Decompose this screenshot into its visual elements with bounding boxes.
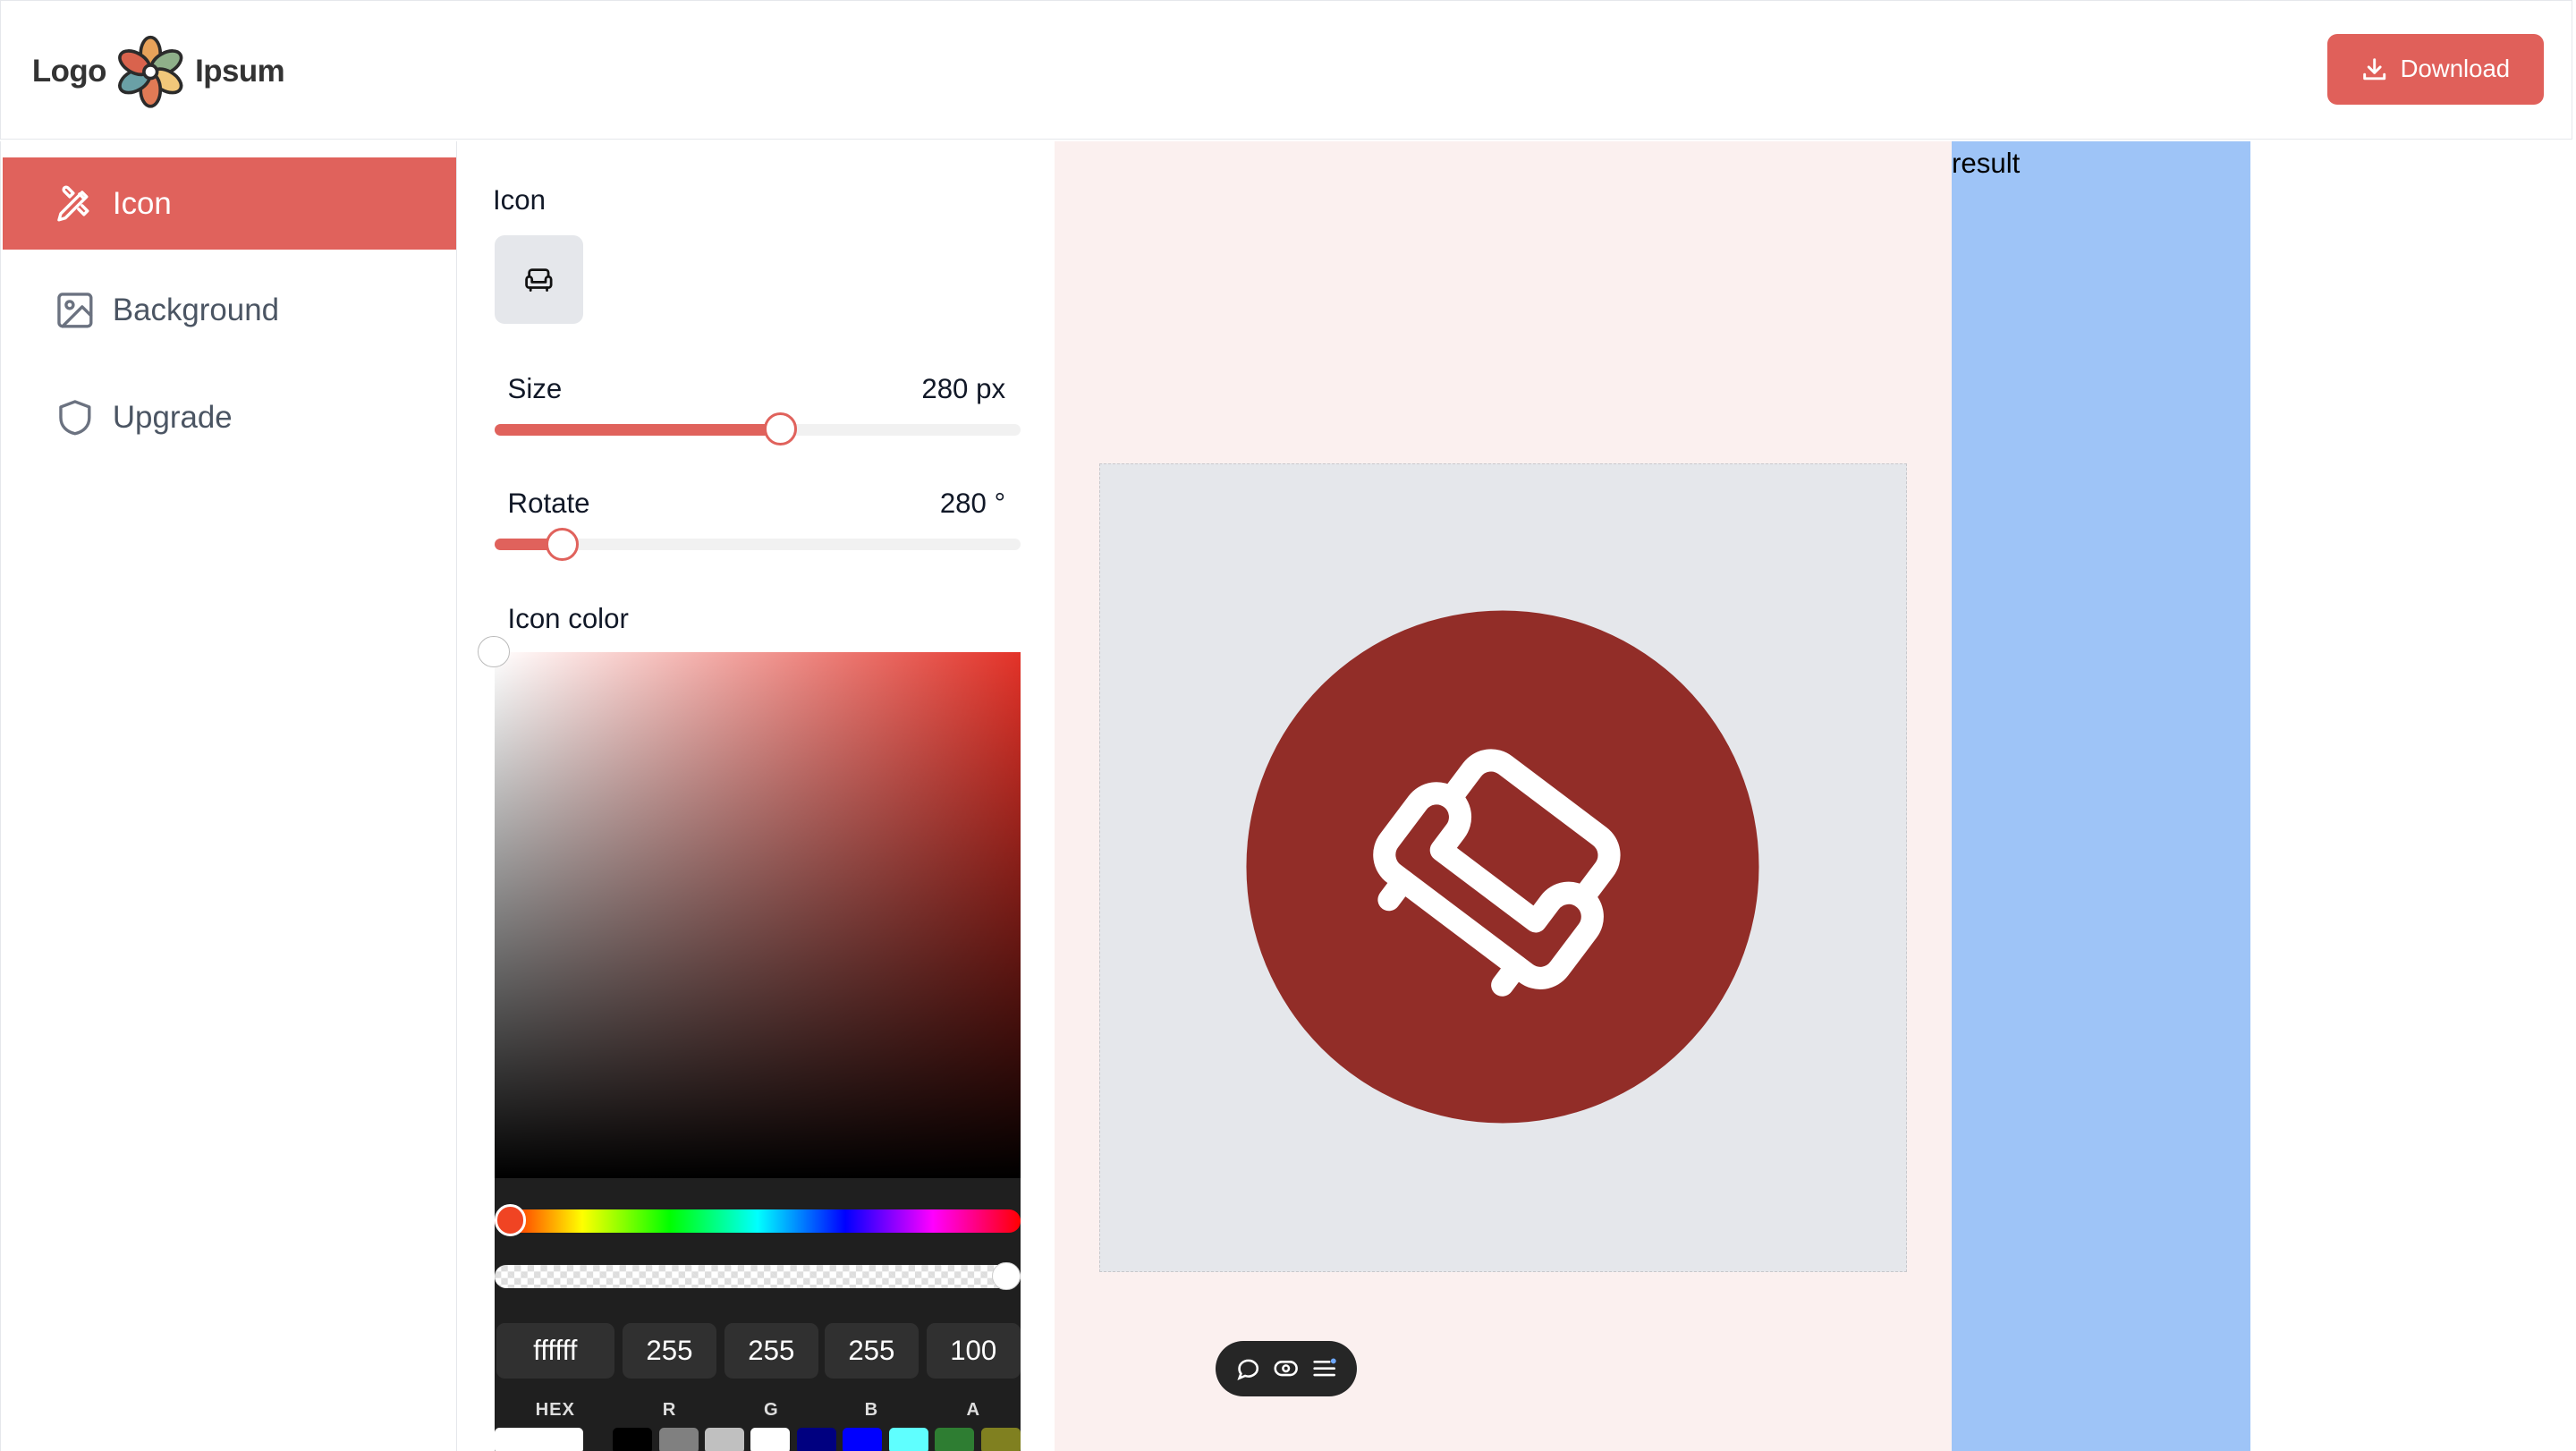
color-swatch[interactable] bbox=[658, 1428, 699, 1451]
sofa-icon-preview bbox=[1246, 610, 1759, 1124]
alpha-label: A bbox=[966, 1399, 980, 1420]
result-panel: result bbox=[1951, 140, 2251, 1451]
color-swatch[interactable] bbox=[843, 1428, 883, 1451]
color-picker: ffffff 255 255 255 100 HEX R G B A bbox=[478, 635, 1021, 1451]
list-icon[interactable] bbox=[1311, 1355, 1337, 1381]
eye-icon[interactable] bbox=[1273, 1355, 1299, 1381]
sidebar-item-icon[interactable]: Icon bbox=[2, 157, 456, 250]
brand-logo[interactable]: Logo Ipsum bbox=[31, 34, 285, 109]
icon-selector-button[interactable] bbox=[494, 234, 584, 324]
sidebar-item-label: Upgrade bbox=[112, 399, 233, 435]
image-icon bbox=[57, 293, 93, 328]
color-swatch[interactable] bbox=[613, 1428, 653, 1451]
color-swatch[interactable] bbox=[750, 1428, 791, 1451]
saturation-handle[interactable] bbox=[478, 635, 510, 667]
size-slider-fill bbox=[494, 423, 782, 436]
app-header: Logo Ipsum Download bbox=[0, 0, 2573, 140]
alpha-handle[interactable] bbox=[992, 1261, 1021, 1290]
rotate-value: 280 ° bbox=[939, 488, 1006, 520]
sidebar-item-upgrade[interactable]: Upgrade bbox=[3, 371, 456, 463]
blue-input[interactable]: 255 bbox=[825, 1322, 919, 1379]
rotate-slider-handle[interactable] bbox=[545, 527, 580, 561]
hue-slider[interactable] bbox=[494, 1204, 1021, 1236]
rotate-label: Rotate bbox=[507, 488, 590, 520]
size-slider-handle[interactable] bbox=[763, 412, 798, 446]
color-swatch[interactable] bbox=[935, 1428, 975, 1451]
size-slider[interactable] bbox=[494, 412, 1021, 446]
color-swatch[interactable] bbox=[980, 1428, 1021, 1451]
download-label: Download bbox=[2400, 55, 2511, 83]
brush-pencil-icon bbox=[57, 185, 89, 222]
preview-toolbar bbox=[1216, 1340, 1358, 1397]
size-value: 280 px bbox=[921, 372, 1006, 404]
sidebar-item-label: Background bbox=[112, 293, 279, 328]
blue-label: B bbox=[864, 1399, 879, 1420]
download-icon bbox=[2362, 57, 2385, 80]
sidebar-item-label: Icon bbox=[112, 185, 172, 221]
result-label: result bbox=[1951, 148, 2021, 180]
red-label: R bbox=[662, 1399, 677, 1420]
current-color-swatch[interactable] bbox=[494, 1428, 584, 1451]
green-input[interactable]: 255 bbox=[724, 1322, 818, 1379]
hex-input[interactable]: ffffff bbox=[496, 1322, 614, 1379]
flower-logo-icon bbox=[118, 35, 183, 108]
sidebar: Icon Background Upgrade bbox=[0, 140, 457, 1451]
sidebar-item-background[interactable]: Background bbox=[3, 265, 456, 357]
icon-section-label: Icon bbox=[493, 183, 547, 216]
alpha-input[interactable]: 100 bbox=[926, 1322, 1021, 1379]
rotate-slider[interactable] bbox=[494, 527, 1021, 561]
hue-handle[interactable] bbox=[494, 1204, 527, 1236]
download-button[interactable]: Download bbox=[2326, 33, 2545, 105]
color-swatch[interactable] bbox=[796, 1428, 836, 1451]
saturation-area[interactable] bbox=[478, 635, 1021, 1178]
icon-color-label: Icon color bbox=[507, 603, 629, 635]
red-input[interactable]: 255 bbox=[623, 1322, 716, 1379]
sofa-icon bbox=[525, 268, 553, 292]
preview-area bbox=[1055, 140, 1952, 1451]
settings-panel: Icon Size 280 px Rotate 280 ° Icon color… bbox=[458, 141, 1055, 1451]
brand-text-right: Ipsum bbox=[195, 53, 285, 89]
green-label: G bbox=[764, 1399, 779, 1420]
icon-canvas bbox=[1098, 462, 1908, 1272]
size-label: Size bbox=[507, 372, 563, 404]
alpha-slider[interactable] bbox=[494, 1261, 1021, 1290]
hex-label: HEX bbox=[535, 1399, 575, 1420]
color-swatch[interactable] bbox=[888, 1428, 928, 1451]
shield-icon bbox=[59, 399, 91, 436]
comment-icon[interactable] bbox=[1235, 1355, 1261, 1381]
color-swatch[interactable] bbox=[704, 1428, 745, 1451]
brand-text-left: Logo bbox=[31, 53, 107, 89]
